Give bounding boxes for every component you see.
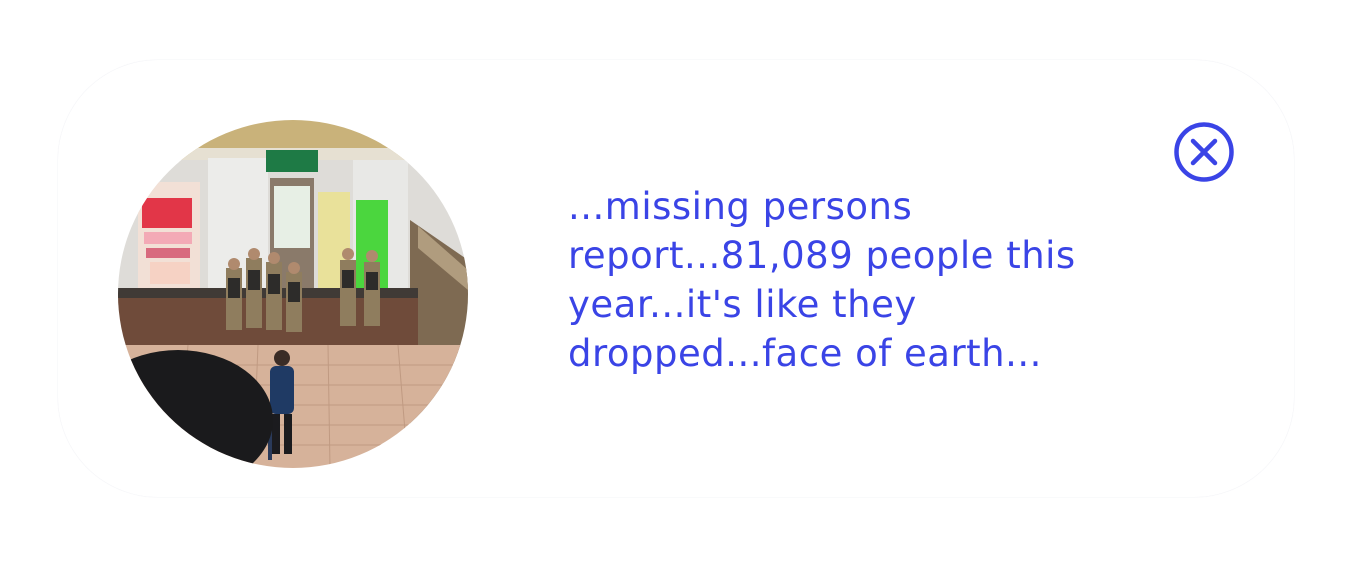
notification-photo — [118, 120, 468, 468]
message-line-3: year...it's like they — [568, 283, 917, 326]
circle-x-icon — [1174, 122, 1234, 182]
close-button[interactable] — [1172, 120, 1236, 184]
station-photo-image — [118, 120, 468, 468]
message-line-2: report...81,089 people this — [568, 234, 1076, 277]
message-line-1: ...missing persons — [568, 185, 913, 228]
message-line-4: dropped...face of earth... — [568, 332, 1042, 375]
notification-message: ...missing persons report...81,089 peopl… — [568, 182, 1128, 378]
